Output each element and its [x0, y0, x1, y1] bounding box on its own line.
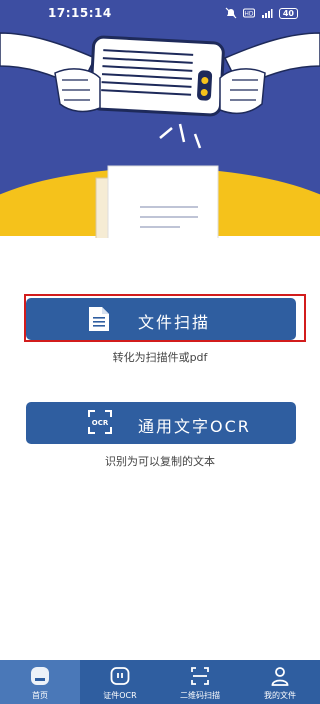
status-time: 17:15:14 — [48, 6, 112, 20]
file-scan-label: 文件扫描 — [138, 313, 211, 332]
status-bar: 17:15:14 HD 40 — [0, 0, 320, 28]
file-scan-caption: 转化为扫描件或pdf — [112, 351, 208, 364]
general-ocr-label: 通用文字OCR — [138, 417, 251, 436]
nav-label-qr-scan: 二维码扫描 — [180, 691, 220, 700]
file-scan-button[interactable]: 文件扫描 — [26, 298, 296, 340]
nav-item-id-ocr[interactable]: 证件OCR — [80, 660, 160, 704]
battery-icon: 40 — [278, 7, 298, 19]
home-icon — [31, 667, 49, 685]
bottom-nav: 首页 证件OCR 二维码扫描 我的文件 — [0, 660, 320, 704]
signal-icon — [261, 9, 273, 18]
general-ocr-caption: 识别为可以复制的文本 — [105, 455, 215, 468]
status-icons: HD 40 — [225, 7, 298, 19]
hero-illustration — [0, 28, 320, 238]
nav-item-qr-scan[interactable]: 二维码扫描 — [160, 660, 240, 704]
hd-icon: HD — [242, 8, 255, 18]
user-icon — [271, 667, 289, 686]
document-icon — [89, 307, 109, 331]
nav-label-id-ocr: 证件OCR — [103, 691, 137, 700]
qr-scan-icon — [191, 667, 209, 685]
general-ocr-button[interactable]: OCR 通用文字OCR — [26, 402, 296, 444]
nav-item-my-files[interactable]: 我的文件 — [240, 660, 320, 704]
nav-label-my-files: 我的文件 — [264, 691, 296, 700]
svg-text:OCR: OCR — [92, 419, 109, 427]
id-card-icon — [110, 667, 130, 685]
nav-label-home: 首页 — [32, 691, 48, 700]
ocr-scan-icon: OCR — [88, 410, 112, 434]
nav-item-home[interactable]: 首页 — [0, 660, 80, 704]
svg-text:HD: HD — [244, 11, 254, 18]
hands-phone-illustration — [0, 28, 320, 238]
mute-icon — [225, 7, 237, 19]
